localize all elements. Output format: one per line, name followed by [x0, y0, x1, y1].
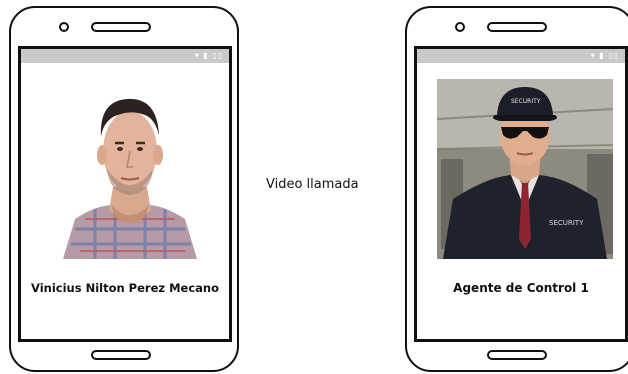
- speaker-icon: [487, 22, 547, 32]
- status-icons: ▾ ▮ ▯▯: [194, 51, 223, 60]
- phone-right: ▾ ▮ ▯▯ SECURITY SECURITY Agente de Contr…: [405, 6, 628, 372]
- home-button-icon[interactable]: [91, 350, 151, 360]
- agent-photo: SECURITY SECURITY: [436, 79, 614, 259]
- agent-name: Agente de Control 1: [453, 281, 589, 295]
- home-button-icon[interactable]: [487, 350, 547, 360]
- status-bar: ▾ ▮ ▯▯: [21, 49, 229, 63]
- phone-right-screen: ▾ ▮ ▯▯ SECURITY SECURITY Agente de Contr…: [414, 46, 628, 342]
- video-call-label: Video llamada: [266, 177, 359, 192]
- man-portrait-image: [63, 98, 197, 259]
- status-icons: ▾ ▮ ▯▯: [590, 51, 619, 60]
- jacket-text: SECURITY: [549, 219, 584, 227]
- phone-left-screen: ▾ ▮ ▯▯ Vinicius Nilton Perez Mecano: [18, 46, 232, 342]
- phone-left: ▾ ▮ ▯▯ Vinicius Nilton Perez Mecano: [9, 6, 239, 372]
- speaker-icon: [91, 22, 151, 32]
- camera-icon: [59, 22, 69, 32]
- caller-photo: [45, 79, 215, 259]
- caller-name: Vinicius Nilton Perez Mecano: [31, 281, 219, 295]
- security-guard-image: SECURITY SECURITY: [436, 79, 614, 259]
- camera-icon: [455, 22, 465, 32]
- status-bar: ▾ ▮ ▯▯: [417, 49, 625, 63]
- cap-text: SECURITY: [511, 98, 541, 105]
